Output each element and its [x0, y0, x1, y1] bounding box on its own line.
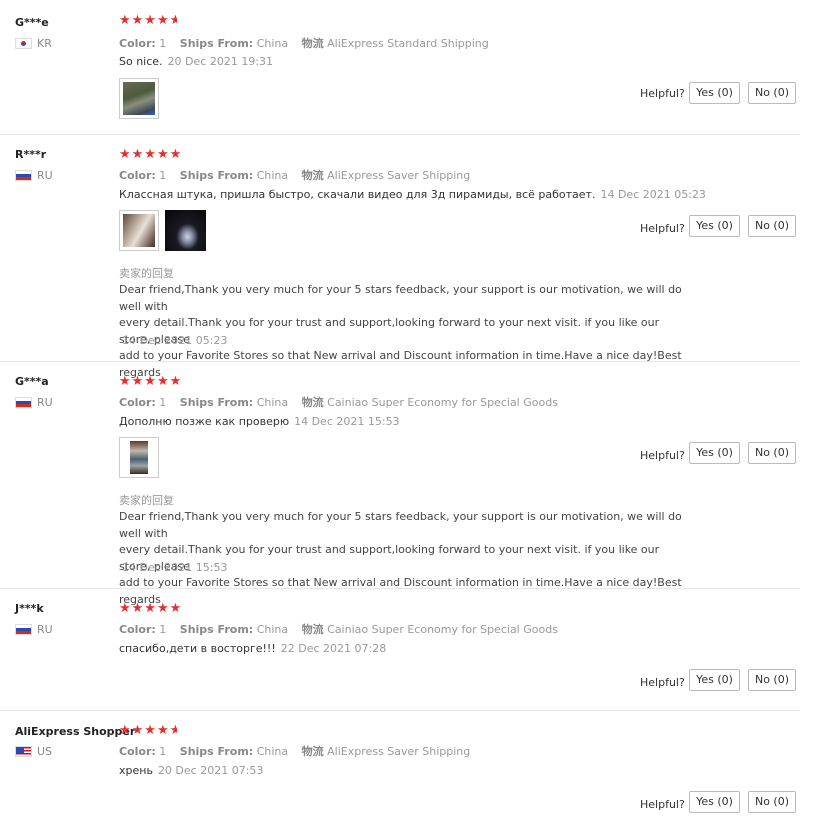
us-flag-icon: [15, 746, 32, 757]
review-text: Классная штука, пришла быстро, скачали в…: [119, 188, 706, 201]
helpful-yes-button[interactable]: Yes (0): [689, 82, 740, 104]
seller-reply-date: 14 Dec 2021 05:23: [122, 334, 228, 347]
helpful-no-button[interactable]: No (0): [748, 215, 796, 237]
review-text: So nice. 20 Dec 2021 19:31: [119, 55, 274, 68]
helpful-label: Helpful?: [640, 676, 685, 689]
country-code: RU: [37, 623, 53, 636]
order-info: Color: 1 Ships From: China 物流 AliExpress…: [119, 169, 471, 182]
ru-flag-icon: [15, 170, 32, 181]
star-rating: ★★★★★: [119, 374, 183, 389]
country-code: US: [37, 745, 53, 758]
review-date: 14 Dec 2021 15:53: [294, 415, 400, 428]
reviewer-country: KR: [15, 37, 52, 50]
helpful-no-button[interactable]: No (0): [748, 82, 796, 104]
star-rating: ★★★★★: [119, 147, 183, 162]
review-text: хрень 20 Dec 2021 07:53: [119, 764, 264, 777]
review-photo[interactable]: [119, 78, 159, 119]
helpful-label: Helpful?: [640, 798, 685, 811]
helpful-yes-button[interactable]: Yes (0): [689, 442, 740, 464]
review-photo[interactable]: [119, 210, 159, 251]
review-item: G***a RU ★★★★★ Color: 1 Ships From: Chin…: [0, 361, 800, 606]
reviewer-name: R***r: [15, 148, 47, 161]
reviewer-country: RU: [15, 169, 53, 182]
helpful-label: Helpful?: [640, 449, 685, 462]
review-item: R***r RU ★★★★★ Color: 1 Ships From: Chin…: [0, 134, 800, 379]
country-code: KR: [37, 37, 52, 50]
review-date: 20 Dec 2021 07:53: [157, 764, 264, 777]
review-text: спасибо,дети в восторге!!! 22 Dec 2021 07…: [119, 642, 387, 655]
review-date: 22 Dec 2021 07:28: [280, 642, 387, 655]
order-info: Color: 1 Ships From: China 物流 Cainiao Su…: [119, 623, 558, 636]
star-rating: ★★★★★: [119, 723, 177, 738]
seller-reply-date: 14 Dec 2021 15:53: [122, 561, 228, 574]
reviewer-name: G***a: [15, 375, 49, 388]
seller-reply-title: 卖家的回复: [119, 267, 174, 280]
order-info: Color: 1 Ships From: China 物流 AliExpress…: [119, 745, 471, 758]
reviewer-name: G***e: [15, 16, 49, 29]
helpful-yes-button[interactable]: Yes (0): [689, 791, 740, 813]
seller-reply-title: 卖家的回复: [119, 494, 174, 507]
review-item: G***e KR ★★★★★ Color: 1 Ships From: Chin…: [0, 0, 800, 135]
country-code: RU: [37, 169, 53, 182]
helpful-no-button[interactable]: No (0): [748, 669, 796, 691]
helpful-no-button[interactable]: No (0): [748, 442, 796, 464]
country-code: RU: [37, 396, 53, 409]
review-photo[interactable]: [165, 210, 206, 251]
star-rating: ★★★★★: [119, 601, 183, 616]
review-photo[interactable]: [119, 437, 159, 478]
order-info: Color: 1 Ships From: China 物流 Cainiao Su…: [119, 396, 558, 409]
reviewer-country: RU: [15, 396, 53, 409]
ru-flag-icon: [15, 397, 32, 408]
helpful-no-button[interactable]: No (0): [748, 791, 796, 813]
review-item: J***k RU ★★★★★ Color: 1 Ships From: Chin…: [0, 588, 800, 711]
ru-flag-icon: [15, 624, 32, 635]
helpful-label: Helpful?: [640, 222, 685, 235]
kr-flag-icon: [15, 38, 32, 49]
helpful-yes-button[interactable]: Yes (0): [689, 669, 740, 691]
reviewer-name: AliExpress Shopper: [15, 725, 136, 738]
helpful-label: Helpful?: [640, 87, 685, 100]
review-date: 20 Dec 2021 19:31: [167, 55, 274, 68]
review-date: 14 Dec 2021 05:23: [600, 188, 706, 201]
star-rating: ★★★★★: [119, 13, 177, 28]
helpful-yes-button[interactable]: Yes (0): [689, 215, 740, 237]
review-item: AliExpress Shopper US ★★★★★ Color: 1 Shi…: [0, 710, 800, 829]
order-info: Color: 1 Ships From: China 物流 AliExpress…: [119, 37, 489, 50]
reviewer-country: US: [15, 745, 52, 758]
reviewer-country: RU: [15, 623, 53, 636]
reviewer-name: J***k: [15, 602, 44, 615]
review-text: Дополню позже как проверю 14 Dec 2021 15:…: [119, 415, 400, 428]
